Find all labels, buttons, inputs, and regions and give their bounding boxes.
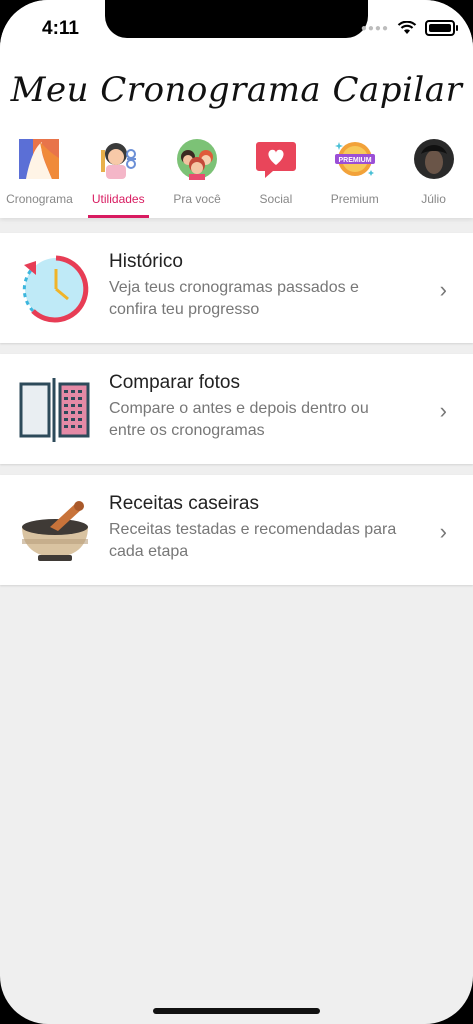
app-screen: 4:11 ●●●● Meu Cronograma Capilar Cronogr… <box>0 0 473 1024</box>
compare-photos-icon <box>19 378 90 442</box>
card-description: Veja teus cronogramas passados e confira… <box>109 279 359 318</box>
card-title: Histórico <box>109 251 183 272</box>
tab-label: Júlio <box>421 192 446 206</box>
card-title: Comparar fotos <box>109 372 240 393</box>
wifi-icon <box>397 21 417 34</box>
social-heart-icon <box>255 142 296 178</box>
tab-label: Premium <box>330 192 379 206</box>
tab-pra-voce[interactable]: Pra você <box>158 130 237 220</box>
signal-dots-icon: ●●●● <box>360 22 389 34</box>
card-description: Compare o antes e depois dentro ou entre… <box>109 400 369 439</box>
tab-utilidades[interactable]: Utilidades <box>79 130 158 220</box>
tab-label: Social <box>259 192 293 206</box>
tab-label: Utilidades <box>91 192 145 206</box>
chevron-right-icon: › <box>439 398 447 423</box>
card-title: Receitas caseiras <box>109 493 259 514</box>
cronograma-icon <box>19 139 60 179</box>
comparar-fotos-card[interactable]: Comparar fotos Compare o antes e depois … <box>0 354 473 464</box>
battery-icon <box>425 20 458 36</box>
mortar-pestle-icon <box>22 501 88 561</box>
header-area: 4:11 ●●●● Meu Cronograma Capilar Cronogr… <box>0 0 473 218</box>
home-indicator[interactable] <box>153 1008 320 1014</box>
tab-bar: Cronograma Utilidades Pra você Social PR… <box>0 130 473 220</box>
profile-avatar <box>413 139 454 179</box>
tab-cronograma[interactable]: Cronograma <box>0 130 79 220</box>
premium-badge-icon: PREMIUM <box>334 142 375 176</box>
pra-voce-icon <box>177 139 218 180</box>
app-title: Meu Cronograma Capilar <box>10 70 463 110</box>
chevron-right-icon: › <box>439 519 447 544</box>
chevron-right-icon: › <box>439 277 447 302</box>
history-clock-icon <box>22 255 89 323</box>
tab-label: Pra você <box>173 192 221 206</box>
tab-label: Cronograma <box>6 192 73 206</box>
utilidades-icon <box>101 143 137 179</box>
device-notch <box>105 0 368 38</box>
tab-premium[interactable]: PREMIUM Premium <box>315 130 394 220</box>
tab-profile[interactable]: Júlio <box>394 130 473 220</box>
tab-social[interactable]: Social <box>236 130 315 220</box>
status-icons: ●●●● <box>360 20 458 36</box>
status-time: 4:11 <box>42 18 79 39</box>
historico-card[interactable]: Histórico Veja teus cronogramas passados… <box>0 233 473 343</box>
card-description: Receitas testadas e recomendadas para ca… <box>109 521 397 560</box>
receitas-caseiras-card[interactable]: Receitas caseiras Receitas testadas e re… <box>0 475 473 585</box>
svg-text:PREMIUM: PREMIUM <box>338 157 371 164</box>
